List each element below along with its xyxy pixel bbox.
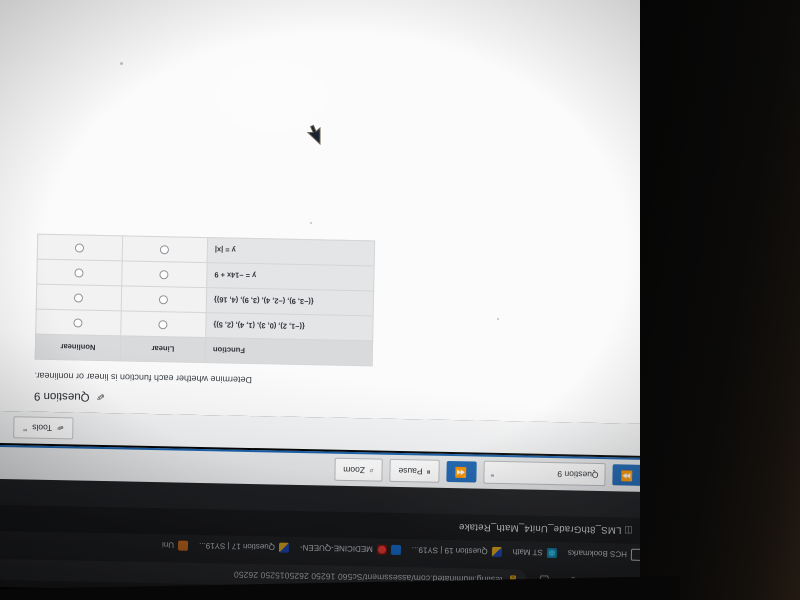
nonlinear-radio-cell[interactable] — [37, 234, 123, 261]
linear-radio-cell[interactable] — [121, 260, 208, 288]
question-picker-value: Question 9 — [557, 469, 599, 480]
radio-button-linear[interactable] — [160, 245, 170, 255]
screen-surface: ← → ↻ ⬠ 🔒 testing.illuminated.com/assess… — [0, 0, 661, 600]
previous-question-button[interactable]: ⏪ — [446, 461, 477, 484]
radio-button-linear[interactable] — [159, 295, 169, 305]
dust-speck — [497, 318, 499, 320]
bookmark-label: Question 19 | SY19... — [411, 545, 488, 557]
dust-speck — [310, 222, 312, 224]
function-cell: y = |x| — [207, 237, 375, 266]
function-cell: {(−1, 2), (0, 3), (1, 4), (2, 5)} — [205, 312, 374, 341]
magnifier-icon: ⌕ — [368, 466, 374, 476]
bookmark-label: HCS Bookmarks — [567, 548, 627, 560]
column-header-function: Function — [205, 337, 373, 366]
bookmark-medicine-queen[interactable]: MEDICINE-QUEEN- — [299, 543, 401, 556]
question-picker-dropdown[interactable]: Question 9 ⱎ — [483, 461, 606, 487]
tools-button[interactable]: ✏ Tools ⱎ — [13, 416, 74, 440]
chevron-down-icon: ⱎ — [23, 424, 28, 432]
radio-button-nonlinear[interactable] — [75, 243, 85, 254]
tools-label: Tools — [32, 422, 53, 434]
nonlinear-radio-cell[interactable] — [36, 284, 122, 311]
radio-button-linear[interactable] — [158, 320, 169, 330]
pencil-icon: ✏ — [93, 390, 107, 404]
answer-table: Function Linear Nonlinear {(−1, 2), (0, … — [34, 233, 376, 367]
tab-title: LMS_8thGrade_Unit4_Math_Retake — [458, 521, 622, 536]
bookmark-uni[interactable]: Uni — [161, 540, 189, 551]
kite-icon — [491, 546, 502, 558]
page-title: Question 9 — [33, 389, 90, 403]
pause-icon: ⏸ — [426, 467, 431, 477]
dust-speck — [120, 62, 123, 65]
zoom-button[interactable]: ⌕ Zoom — [333, 458, 383, 483]
question-paper: ✏ Question 9 Determine whether each func… — [0, 0, 661, 425]
radio-button-linear[interactable] — [159, 270, 170, 280]
photo-of-laptop-screen: ← → ↻ ⬠ 🔒 testing.illuminated.com/assess… — [0, 0, 800, 600]
bookmark-label: Question 17 | SY19... — [198, 541, 276, 553]
bookmark-label: ST Math — [512, 547, 543, 558]
answer-table-wrapper: Function Linear Nonlinear {(−1, 2), (0, … — [34, 233, 655, 372]
zoom-label: Zoom — [343, 464, 366, 476]
st-math-icon — [546, 547, 557, 559]
pencil-tool-icon: ✏ — [55, 422, 65, 434]
nonlinear-radio-cell[interactable] — [35, 309, 122, 336]
bookmark-label: MEDICINE-QUEEN- — [299, 543, 373, 554]
tab-menu-icon[interactable]: ◫ — [621, 523, 635, 537]
bookmark-st-math[interactable]: ST Math — [512, 547, 557, 559]
chevron-down-icon: ⱎ — [490, 469, 495, 477]
radio-button-nonlinear[interactable] — [73, 318, 84, 329]
function-cell: y = −14x + 9 — [206, 262, 375, 291]
linear-radio-cell[interactable] — [122, 235, 208, 263]
pause-label: Pause — [398, 465, 423, 477]
linear-radio-cell[interactable] — [120, 310, 207, 338]
orange-square-icon — [177, 540, 189, 551]
bookmark-question-17[interactable]: Question 17 | SY19... — [198, 541, 290, 553]
radio-button-nonlinear[interactable] — [74, 268, 85, 279]
column-header-linear: Linear — [120, 335, 206, 363]
nonlinear-radio-cell[interactable] — [36, 259, 123, 286]
column-header-nonlinear: Nonlinear — [35, 334, 121, 361]
linear-radio-cell[interactable] — [121, 285, 207, 313]
pause-button[interactable]: ⏸ Pause — [389, 459, 440, 484]
next-question-button[interactable]: ⏩ — [612, 464, 643, 487]
screen-bezel-right — [640, 0, 800, 600]
bookmark-hcs-bookmarks[interactable]: HCS Bookmarks — [567, 547, 644, 561]
bookmark-question-19[interactable]: Question 19 | SY19... — [411, 545, 502, 558]
function-cell: {(−3, 9), (−2, 4), (3, 9), (4, 16)} — [206, 287, 374, 316]
kite-icon — [278, 542, 290, 553]
medicine-queen-icon — [376, 544, 387, 555]
action-bar-spacer — [0, 463, 327, 470]
bookmark-label: Uni — [161, 540, 175, 550]
radio-button-nonlinear[interactable] — [74, 293, 84, 304]
blue-square-icon — [390, 544, 401, 556]
